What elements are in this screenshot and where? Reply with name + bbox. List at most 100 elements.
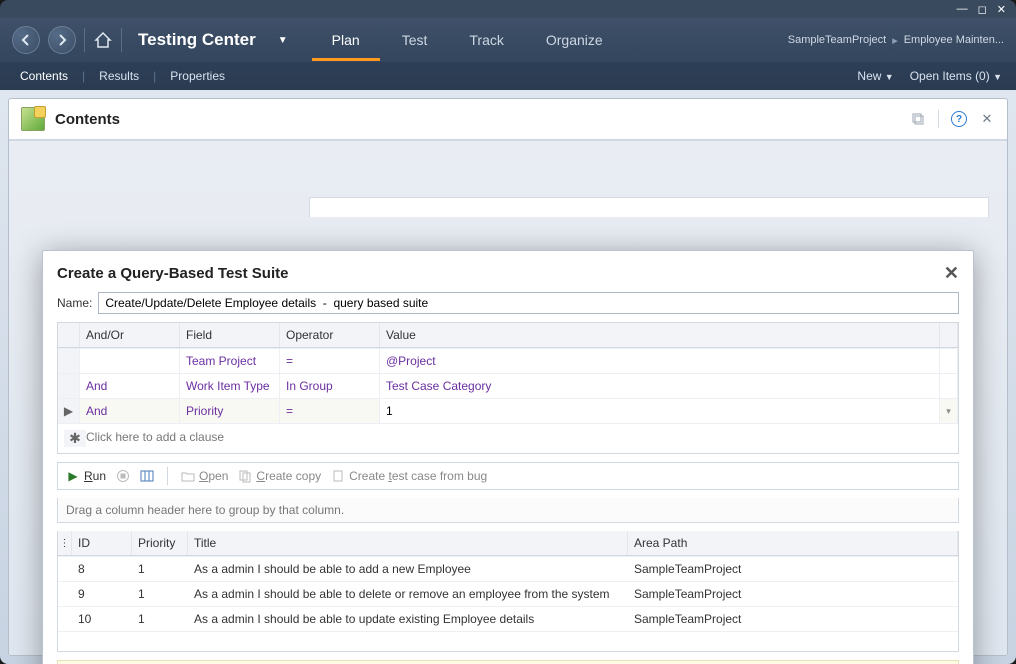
create-from-bug-button[interactable]: Create test case from bug (331, 469, 487, 483)
table-row[interactable]: 8 1 As a admin I should be able to add a… (58, 556, 958, 581)
copy-link-icon[interactable] (910, 111, 926, 127)
cell-priority: 1 (132, 606, 188, 631)
table-row[interactable]: 9 1 As a admin I should be able to delet… (58, 581, 958, 606)
field-cell[interactable]: Work Item Type (180, 373, 280, 398)
open-items-menu[interactable]: Open Items (0) ▼ (910, 69, 1002, 83)
andor-cell[interactable]: And (80, 373, 180, 398)
cell-title: As a admin I should be able to add a new… (188, 556, 628, 581)
chevron-right-icon: ▸ (892, 34, 898, 47)
breadcrumb-plan[interactable]: Employee Mainten... (904, 34, 1004, 46)
col-priority[interactable]: Priority (132, 531, 188, 555)
cell-id: 8 (72, 556, 132, 581)
value-cell[interactable]: Test Case Category (380, 373, 940, 398)
dialog-title: Create a Query-Based Test Suite (57, 265, 288, 282)
cell-id: 9 (72, 581, 132, 606)
arrow-left-icon (19, 33, 33, 47)
suite-name-input[interactable] (98, 292, 959, 314)
andor-cell[interactable] (80, 348, 180, 373)
subtab-contents[interactable]: Contents (14, 65, 74, 87)
window-close-button[interactable]: ✕ (997, 3, 1006, 16)
back-button[interactable] (12, 26, 40, 54)
operator-cell[interactable]: In Group (280, 373, 380, 398)
col-area[interactable]: Area Path (628, 531, 958, 555)
subtab-results[interactable]: Results (93, 65, 145, 87)
help-icon[interactable]: ? (951, 111, 967, 127)
content-area: Contents ? ✕ Create a Query-Based Test S… (0, 90, 1016, 664)
value-dropdown-icon[interactable]: ▾ (940, 398, 958, 423)
tab-track[interactable]: Track (449, 20, 523, 61)
cell-area: SampleTeamProject (628, 606, 958, 631)
col-id[interactable]: ID (72, 531, 132, 555)
create-copy-button[interactable]: Create copy (238, 469, 321, 483)
col-andor: And/Or (80, 323, 180, 347)
open-button[interactable]: Open (181, 469, 228, 483)
separator (167, 467, 168, 485)
results-summary: Query results: 3 results found. (57, 660, 959, 664)
stop-icon[interactable] (116, 469, 130, 483)
document-icon (331, 469, 345, 483)
suite-icon (21, 107, 45, 131)
value-cell[interactable]: @Project (380, 348, 940, 373)
forward-button[interactable] (48, 26, 76, 54)
field-cell[interactable]: Team Project (180, 348, 280, 373)
separator: | (82, 69, 85, 83)
name-label: Name: (57, 296, 92, 310)
panel-title: Contents (55, 111, 120, 128)
chevron-down-icon: ▼ (993, 72, 1002, 82)
cell-area: SampleTeamProject (628, 581, 958, 606)
panel-close-button[interactable]: ✕ (979, 111, 995, 127)
folder-open-icon (181, 469, 195, 483)
query-row[interactable]: And Work Item Type In Group Test Case Ca… (58, 373, 958, 398)
columns-icon[interactable] (140, 469, 154, 483)
home-icon (94, 31, 112, 49)
window-titlebar: — ◻ ✕ (0, 0, 1016, 18)
cell-id: 10 (72, 606, 132, 631)
home-button[interactable] (93, 30, 113, 50)
col-title[interactable]: Title (188, 531, 628, 555)
tab-organize[interactable]: Organize (526, 20, 623, 61)
row-marker (58, 348, 80, 373)
arrow-right-icon (55, 33, 69, 47)
add-clause-marker-icon: ✱ (64, 430, 86, 447)
separator: | (153, 69, 156, 83)
breadcrumb-project[interactable]: SampleTeamProject (788, 34, 886, 46)
run-button[interactable]: ▶ RRunun (66, 469, 106, 483)
andor-cell[interactable]: And (80, 398, 180, 423)
app-window: — ◻ ✕ Testing Center ▼ Plan Test Track O… (0, 0, 1016, 664)
query-header-row: And/Or Field Operator Value (58, 323, 958, 348)
panel-header: Contents ? ✕ (9, 99, 1007, 140)
subtab-properties[interactable]: Properties (164, 65, 231, 87)
add-clause-row[interactable]: ✱ Click here to add a clause (58, 423, 958, 453)
app-switcher[interactable]: ▼ (272, 35, 294, 46)
dialog-close-button[interactable]: ✕ (944, 263, 959, 284)
new-menu[interactable]: New ▼ (857, 69, 893, 83)
query-row[interactable]: Team Project = @Project (58, 348, 958, 373)
row-marker (58, 373, 80, 398)
operator-cell[interactable]: = (280, 348, 380, 373)
tab-test[interactable]: Test (382, 20, 448, 61)
results-toolbar: ▶ RRunun Open (57, 462, 959, 490)
create-query-suite-dialog: Create a Query-Based Test Suite ✕ Name: … (42, 250, 974, 664)
col-value: Value (380, 323, 940, 347)
sub-nav: Contents | Results | Properties New ▼ Op… (0, 62, 1016, 90)
col-operator: Operator (280, 323, 380, 347)
restore-button[interactable]: ◻ (978, 3, 987, 16)
table-row[interactable]: 10 1 As a admin I should be able to upda… (58, 606, 958, 631)
value-cell[interactable]: 1 (380, 398, 940, 423)
query-row[interactable]: ▶ And Priority = 1 ▾ (58, 398, 958, 423)
separator (121, 28, 122, 52)
tab-plan[interactable]: Plan (312, 20, 380, 61)
grip-icon[interactable]: ⋮ (58, 531, 72, 555)
app-header: Testing Center ▼ Plan Test Track Organiz… (0, 18, 1016, 62)
add-clause-text[interactable]: Click here to add a clause (86, 430, 952, 447)
group-by-hint[interactable]: Drag a column header here to group by th… (57, 498, 959, 523)
minimize-button[interactable]: — (957, 3, 968, 15)
query-builder: And/Or Field Operator Value Team Project… (57, 322, 959, 454)
col-field: Field (180, 323, 280, 347)
operator-cell[interactable]: = (280, 398, 380, 423)
breadcrumb[interactable]: SampleTeamProject ▸ Employee Mainten... (788, 34, 1004, 47)
separator (938, 110, 939, 128)
field-cell[interactable]: Priority (180, 398, 280, 423)
results-table: ⋮ ID Priority Title Area Path 8 1 As a a… (57, 531, 959, 652)
current-row-marker: ▶ (58, 398, 80, 423)
